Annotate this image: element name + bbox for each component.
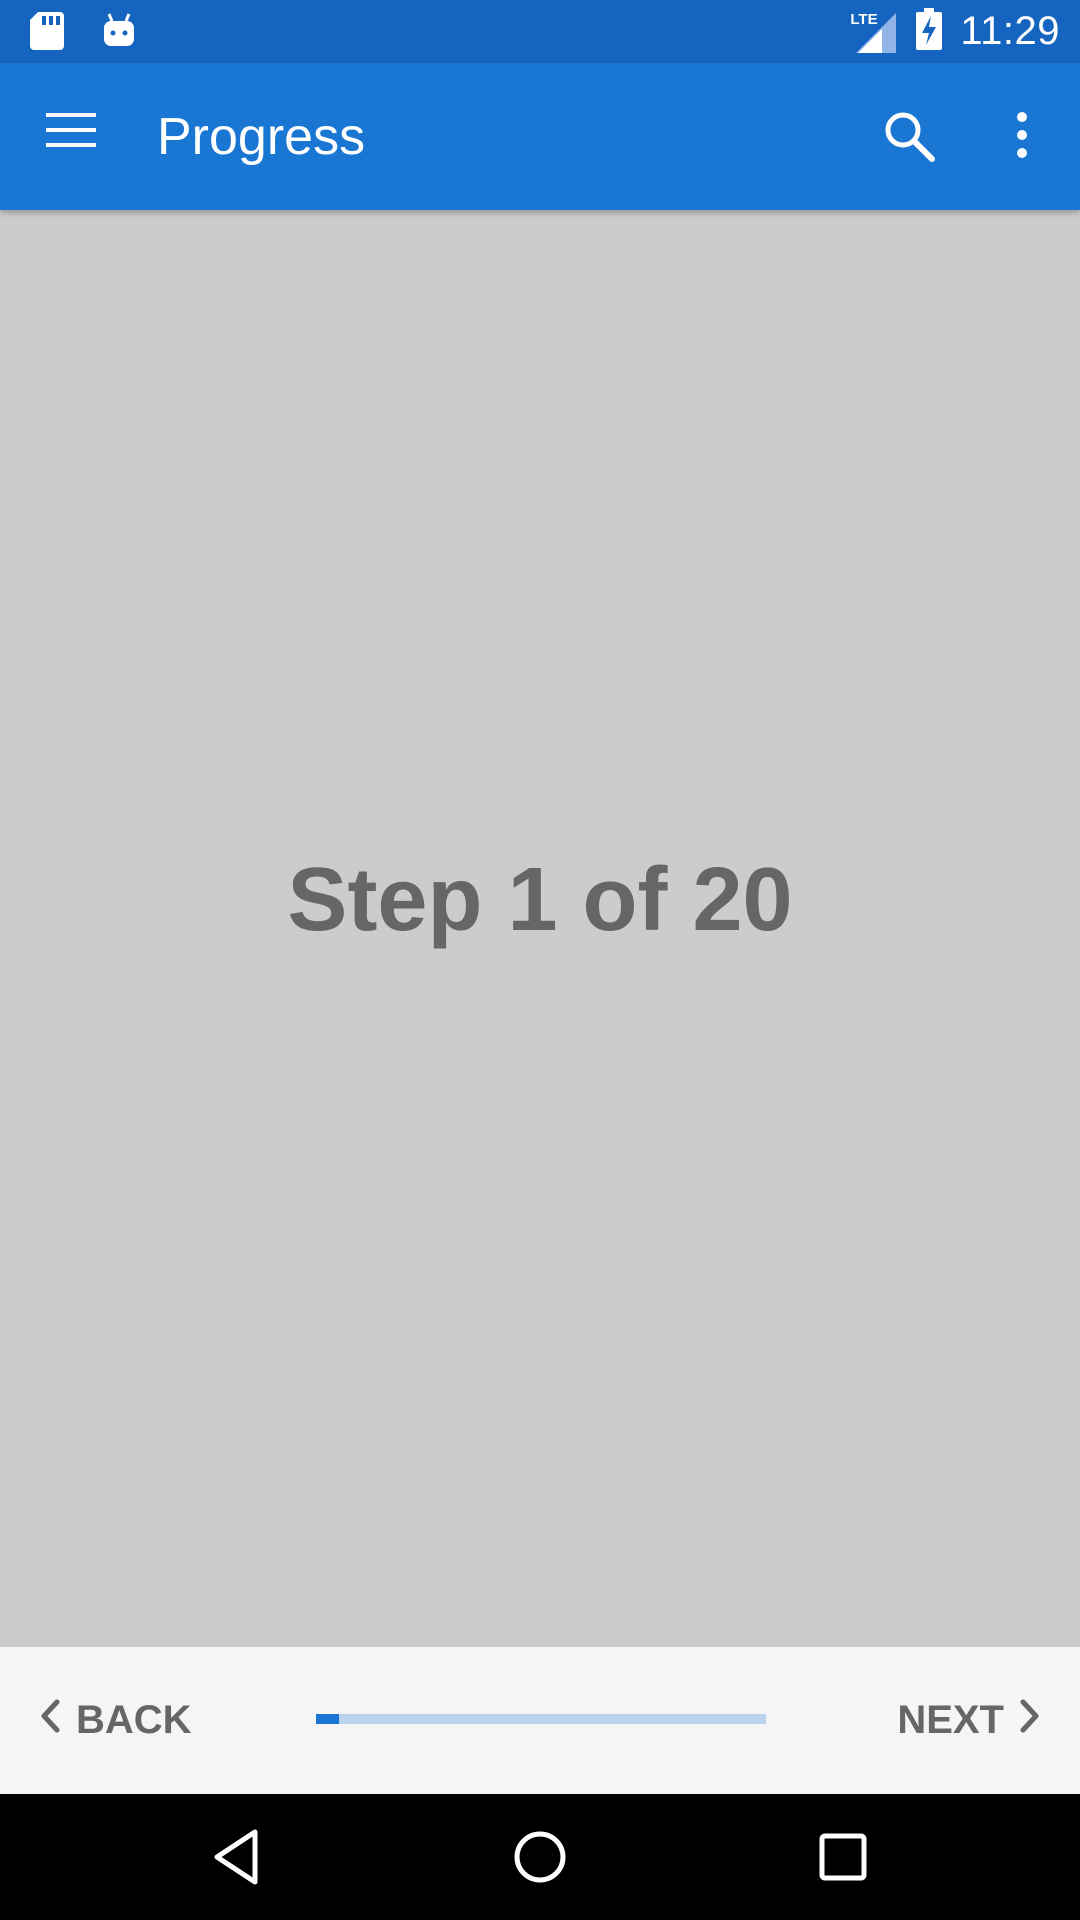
battery-charging-icon bbox=[916, 8, 943, 55]
android-icon bbox=[102, 12, 136, 55]
signal-icon: LTE bbox=[850, 9, 898, 55]
page-title: Progress bbox=[157, 108, 366, 166]
back-triangle-icon[interactable] bbox=[205, 1824, 271, 1890]
next-button-label: NEXT bbox=[897, 1697, 1004, 1742]
next-button[interactable]: NEXT bbox=[897, 1689, 1040, 1751]
sd-card-icon bbox=[30, 12, 64, 55]
menu-icon[interactable] bbox=[46, 113, 96, 153]
back-button[interactable]: BACK bbox=[40, 1689, 192, 1751]
chevron-left-icon bbox=[40, 1698, 60, 1743]
app-bar: Progress bbox=[0, 63, 1080, 210]
step-indicator-text: Step 1 of 20 bbox=[287, 850, 793, 950]
progress-bar-fill bbox=[316, 1714, 339, 1724]
home-circle-icon[interactable] bbox=[507, 1824, 573, 1890]
search-icon[interactable] bbox=[882, 109, 938, 165]
content-area: Step 1 of 20 bbox=[0, 210, 1080, 1647]
more-vert-icon[interactable] bbox=[1004, 109, 1040, 165]
status-time: 11:29 bbox=[960, 9, 1060, 53]
chevron-right-icon bbox=[1020, 1698, 1040, 1743]
status-bar: LTE 11:29 bbox=[0, 0, 1080, 63]
back-button-label: BACK bbox=[76, 1697, 192, 1742]
progress-bar bbox=[316, 1714, 766, 1724]
system-navigation-bar bbox=[0, 1794, 1080, 1920]
recents-square-icon[interactable] bbox=[810, 1824, 876, 1890]
network-type-label: LTE bbox=[850, 10, 878, 28]
